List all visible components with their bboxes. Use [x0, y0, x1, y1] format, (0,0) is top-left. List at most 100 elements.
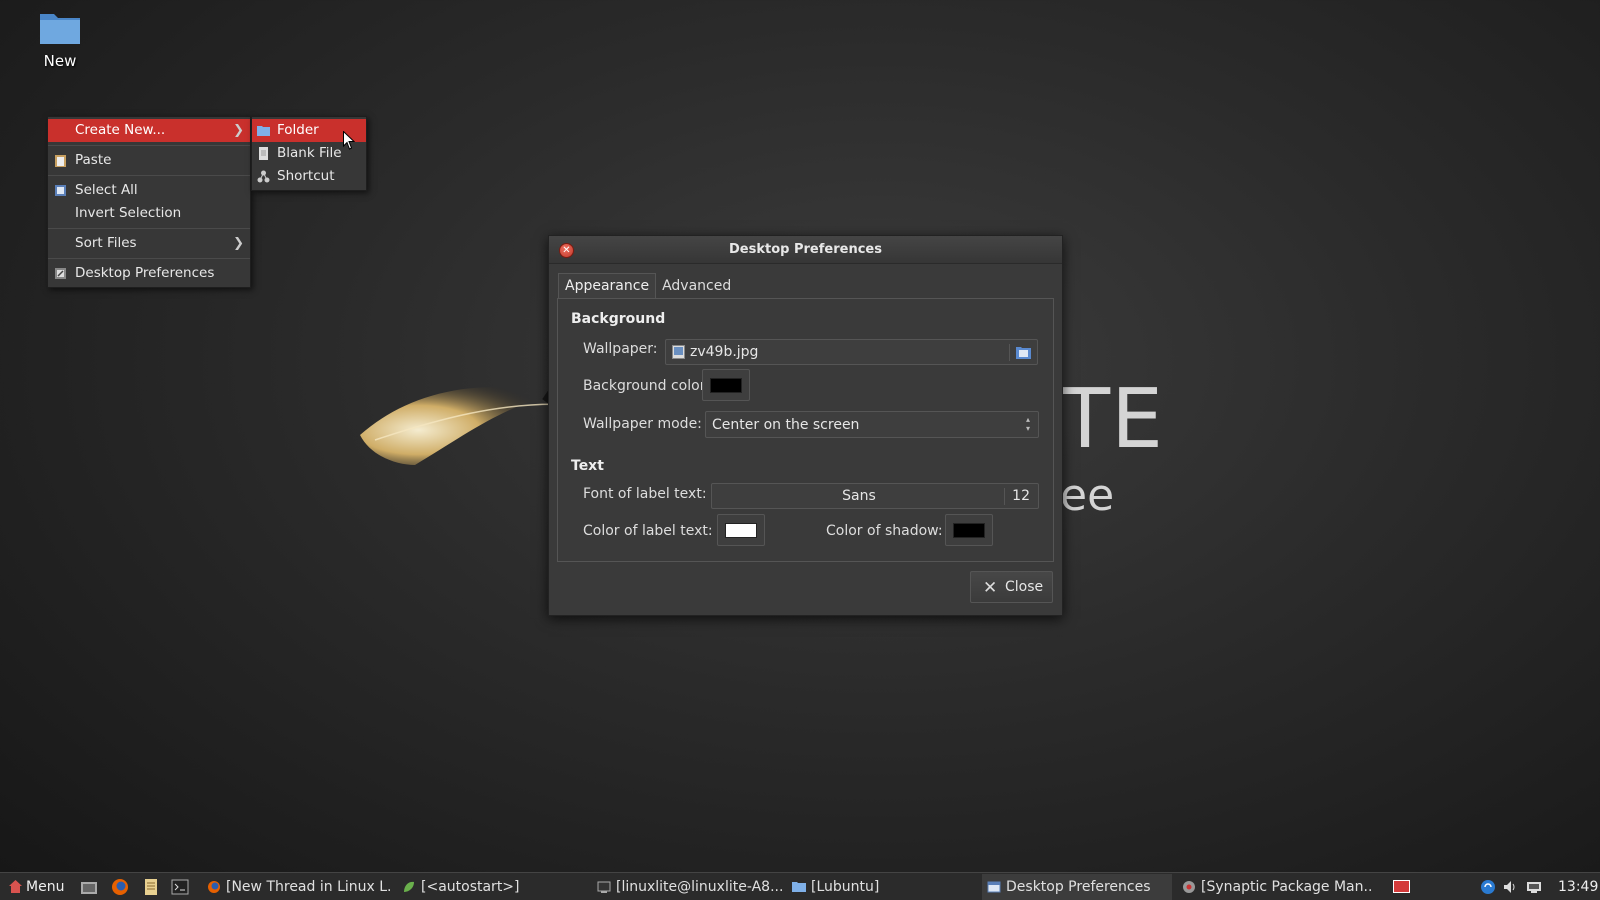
- wallpaper-file-chooser[interactable]: zv49b.jpg: [665, 339, 1038, 365]
- divider: [1004, 488, 1005, 505]
- desktop-icon-new-folder[interactable]: New: [30, 10, 90, 70]
- dialog-title: Desktop Preferences: [729, 242, 882, 257]
- close-icon: ✕: [983, 578, 998, 598]
- wallpaper-mode-label: Wallpaper mode:: [583, 416, 702, 432]
- folder-icon: [39, 10, 81, 46]
- network-connection-icon[interactable]: [1526, 879, 1542, 895]
- brand-text-large: TE: [1060, 372, 1164, 467]
- firefox-icon: [208, 881, 220, 893]
- open-file-icon: [1016, 347, 1031, 359]
- menu-separator: [48, 175, 250, 176]
- window-close-icon[interactable]: ✕: [559, 243, 574, 258]
- chevron-right-icon: ❯: [233, 236, 244, 251]
- image-file-icon: [672, 345, 685, 359]
- task-label: [New Thread in Linux L...: [226, 879, 392, 895]
- task-autostart[interactable]: [<autostart>]: [397, 874, 587, 900]
- chevron-right-icon: ❯: [233, 123, 244, 138]
- label-color-swatch: [725, 523, 757, 538]
- firefox-launcher-icon[interactable]: [111, 878, 129, 896]
- menu-item-label: Desktop Preferences: [75, 265, 215, 281]
- create-new-submenu: Folder Blank File Shortcut: [251, 116, 367, 191]
- tab-appearance[interactable]: Appearance: [558, 273, 657, 299]
- menu-item-label: Sort Files: [75, 235, 137, 251]
- desktop-context-menu: Create New... ❯ Paste Select All Invert …: [47, 116, 251, 288]
- task-label: [<autostart>]: [421, 879, 520, 895]
- close-button-label: Close: [1005, 579, 1044, 595]
- task-desktop-preferences[interactable]: Desktop Preferences: [982, 874, 1172, 900]
- font-size-value: 12: [1012, 488, 1030, 504]
- divider: [1009, 344, 1010, 361]
- brand-text-small: ee: [1060, 470, 1115, 521]
- desktop-preferences-dialog: ✕ Desktop Preferences Appearance Advanced…: [548, 235, 1063, 616]
- folder-icon: [257, 126, 270, 136]
- text-editor-launcher-icon[interactable]: [142, 878, 160, 896]
- submenu-item-label: Blank File: [277, 145, 342, 161]
- task-label: [Synaptic Package Man...: [1201, 879, 1372, 895]
- background-color-label: Background color:: [583, 378, 710, 394]
- font-label: Font of label text:: [583, 486, 707, 502]
- menu-item-label: Paste: [75, 152, 112, 168]
- menu-item-label: Invert Selection: [75, 205, 182, 221]
- submenu-item-label: Folder: [277, 122, 319, 138]
- show-desktop-icon[interactable]: [1393, 880, 1410, 893]
- menu-separator: [48, 258, 250, 259]
- menu-item-desktop-preferences[interactable]: Desktop Preferences: [48, 262, 250, 285]
- background-color-button[interactable]: [702, 369, 750, 401]
- submenu-item-label: Shortcut: [277, 168, 335, 184]
- wallpaper-mode-value: Center on the screen: [712, 417, 860, 433]
- task-label: [Lubuntu]: [811, 879, 880, 895]
- label-color-button[interactable]: [717, 514, 765, 546]
- network-update-icon[interactable]: [1480, 879, 1496, 895]
- folder-icon: [792, 882, 806, 892]
- leaf-editor-icon: [404, 881, 414, 892]
- menu-item-create-new[interactable]: Create New... ❯: [48, 119, 250, 142]
- menu-item-select-all[interactable]: Select All: [48, 179, 250, 202]
- close-button[interactable]: ✕ Close: [970, 571, 1053, 603]
- background-color-swatch: [710, 378, 742, 393]
- shadow-color-swatch: [953, 523, 985, 538]
- font-family-value: Sans: [842, 488, 876, 504]
- start-menu-label: Menu: [26, 879, 65, 895]
- shortcut-icon: [257, 170, 270, 183]
- preferences-window-icon: [987, 881, 1001, 893]
- select-all-icon: [55, 185, 66, 196]
- menu-item-invert-selection[interactable]: Invert Selection: [48, 202, 250, 225]
- label-color-label: Color of label text:: [583, 523, 713, 539]
- menu-separator: [48, 228, 250, 229]
- menu-item-label: Create New...: [75, 122, 166, 138]
- tab-advanced[interactable]: Advanced: [656, 274, 737, 300]
- task-new-thread[interactable]: [New Thread in Linux L...: [202, 874, 392, 900]
- synaptic-icon: [1183, 881, 1195, 893]
- wallpaper-mode-select[interactable]: Center on the screen ▴ ▾: [705, 411, 1039, 438]
- menu-separator: [48, 145, 250, 146]
- font-chooser-button[interactable]: Sans 12: [711, 483, 1039, 509]
- task-terminal[interactable]: [linuxlite@linuxlite-A8...: [592, 874, 782, 900]
- task-synaptic[interactable]: [Synaptic Package Man...: [1177, 874, 1372, 900]
- updown-arrow-icon: ▴ ▾: [1025, 415, 1030, 433]
- volume-icon[interactable]: [1502, 879, 1518, 895]
- blank-file-icon: [259, 147, 268, 160]
- menu-item-label: Select All: [75, 182, 138, 198]
- section-background-heading: Background: [571, 311, 666, 327]
- task-label: [linuxlite@linuxlite-A8...: [616, 879, 782, 895]
- start-menu-button[interactable]: Menu: [6, 873, 64, 900]
- dialog-titlebar[interactable]: ✕ Desktop Preferences: [549, 236, 1062, 264]
- desktop-icon-label: New: [43, 52, 77, 70]
- submenu-item-shortcut[interactable]: Shortcut: [252, 165, 366, 188]
- dialog-tabs: Appearance Advanced: [558, 273, 737, 299]
- terminal-launcher-icon[interactable]: [171, 878, 189, 896]
- shadow-color-button[interactable]: [945, 514, 993, 546]
- wallpaper-filename: zv49b.jpg: [690, 344, 759, 360]
- menu-item-sort-files[interactable]: Sort Files ❯: [48, 232, 250, 255]
- taskbar: Menu [New Thread in Linux L... [<autosta…: [0, 872, 1600, 900]
- menu-item-paste[interactable]: Paste: [48, 149, 250, 172]
- terminal-icon: [597, 881, 611, 893]
- paste-icon: [55, 155, 66, 167]
- shadow-color-label: Color of shadow:: [826, 523, 943, 539]
- clock[interactable]: 13:49: [1558, 873, 1598, 900]
- home-icon: [9, 880, 22, 893]
- file-manager-launcher-icon[interactable]: [80, 878, 98, 896]
- appearance-panel: Background Wallpaper: zv49b.jpg Backgrou…: [557, 298, 1054, 562]
- task-lubuntu-folder[interactable]: [Lubuntu]: [787, 874, 977, 900]
- preferences-icon: [55, 268, 66, 279]
